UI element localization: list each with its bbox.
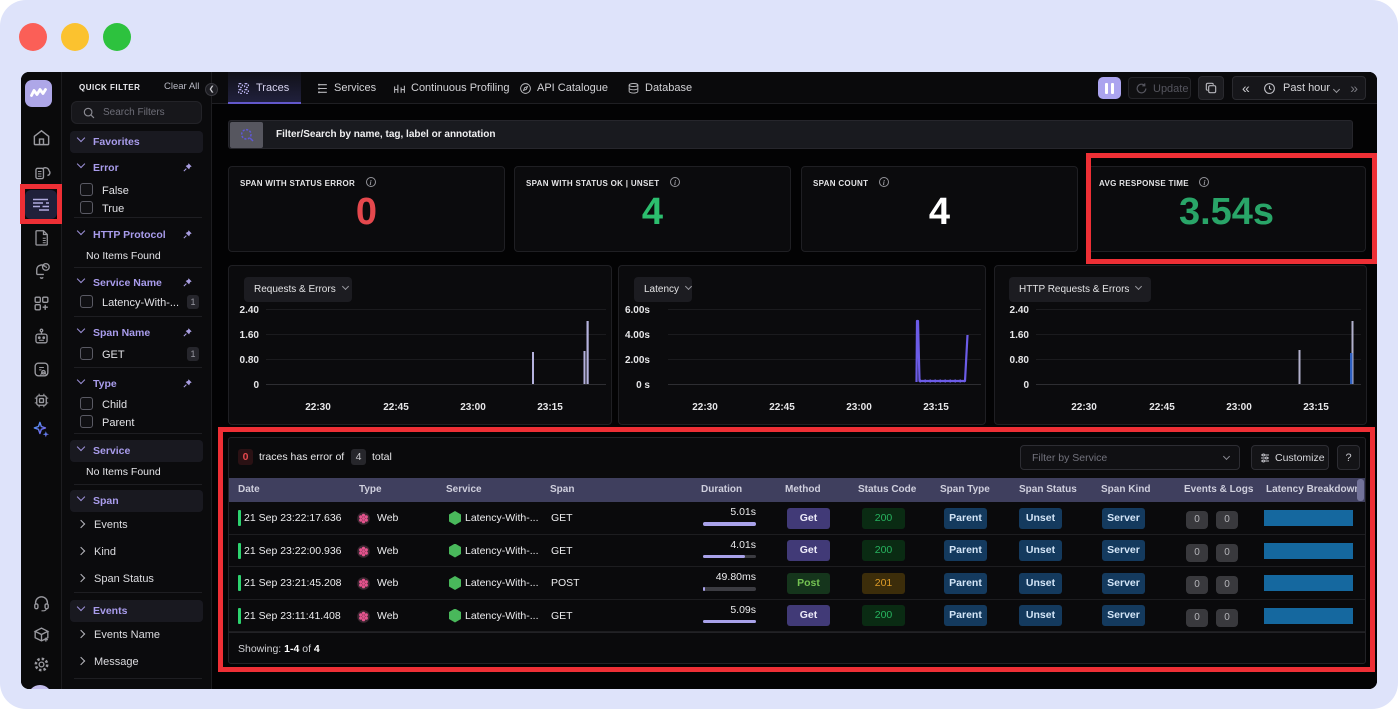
svg-text:22:45: 22:45 bbox=[383, 402, 409, 413]
svg-text:22:30: 22:30 bbox=[692, 402, 718, 413]
svg-text:23:15: 23:15 bbox=[923, 402, 949, 413]
svg-text:22:45: 22:45 bbox=[1149, 402, 1175, 413]
svg-text:2.00s: 2.00s bbox=[625, 355, 650, 366]
svg-text:22:30: 22:30 bbox=[1071, 402, 1097, 413]
svg-text:22:30: 22:30 bbox=[305, 402, 331, 413]
svg-text:23:00: 23:00 bbox=[846, 402, 872, 413]
svg-text:6.00s: 6.00s bbox=[625, 305, 650, 316]
svg-text:1.60: 1.60 bbox=[240, 330, 260, 341]
svg-text:23:00: 23:00 bbox=[1226, 402, 1252, 413]
svg-text:23:15: 23:15 bbox=[1303, 402, 1329, 413]
svg-text:0.80: 0.80 bbox=[1010, 355, 1030, 366]
svg-text:2.40: 2.40 bbox=[240, 305, 260, 316]
svg-text:1.60: 1.60 bbox=[1010, 330, 1030, 341]
svg-text:22:45: 22:45 bbox=[769, 402, 795, 413]
svg-text:0 s: 0 s bbox=[636, 380, 650, 391]
svg-text:0: 0 bbox=[253, 380, 259, 391]
svg-text:23:15: 23:15 bbox=[537, 402, 563, 413]
svg-text:0.80: 0.80 bbox=[240, 355, 260, 366]
svg-text:2.40: 2.40 bbox=[1010, 305, 1030, 316]
svg-text:4.00s: 4.00s bbox=[625, 330, 650, 341]
svg-text:23:00: 23:00 bbox=[460, 402, 486, 413]
svg-text:0: 0 bbox=[1023, 380, 1029, 391]
